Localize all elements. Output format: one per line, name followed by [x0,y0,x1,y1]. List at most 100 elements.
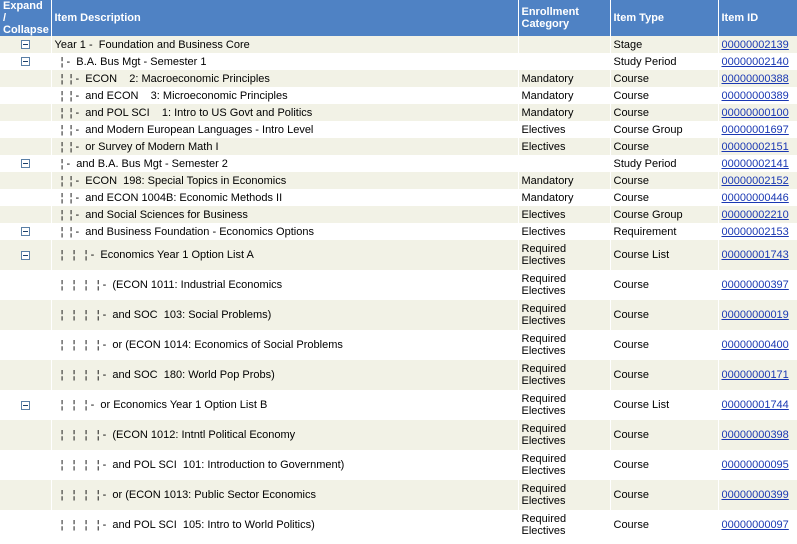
table-row: ¦ ¦ ¦ ¦ - and POL SCI 105: Intro to Worl… [0,510,797,540]
expand-cell [0,36,52,53]
item-type: Course [610,330,719,360]
col-expand-label: Expand / Collapse [3,0,49,36]
item-id-link[interactable]: 00000002210 [722,209,789,221]
col-item-id[interactable]: Item ID [718,0,797,36]
col-expand-collapse[interactable]: Expand / Collapse [0,0,52,36]
item-type: Course [610,450,719,480]
col-item-description[interactable]: Item Description [51,0,519,36]
item-id-cell: 00000000446 [718,189,797,206]
expand-cell [0,390,52,420]
item-id-link[interactable]: 00000000398 [722,429,789,441]
item-id-link[interactable]: 00000000446 [722,192,789,204]
item-id-cell: 00000001744 [718,390,797,420]
expand-cell [0,87,52,104]
expand-cell [0,330,52,360]
table-row: ¦ ¦ ¦ - Economics Year 1 Option List A Re… [0,240,797,270]
collapse-toggle-icon[interactable] [20,400,30,410]
item-id-link[interactable]: 00000000400 [722,339,789,351]
enrollment-category [518,53,611,70]
expand-cell [0,450,52,480]
expand-cell [0,240,52,270]
item-type: Course Group [610,206,719,223]
item-id-link[interactable]: 00000000171 [722,369,789,381]
item-description: ¦ ¦ - and ECON 1004B: Economic Methods I… [51,189,519,206]
item-type: Requirement [610,223,719,240]
enrollment-category: Required Electives [518,420,611,450]
col-item-type[interactable]: Item Type [610,0,719,36]
item-id-cell: 00000002140 [718,53,797,70]
item-description: ¦ ¦ ¦ - or Economics Year 1 Option List … [51,390,519,420]
expand-cell [0,270,52,300]
item-id-link[interactable]: 00000000095 [722,459,789,471]
expand-cell [0,420,52,450]
item-id-cell: 00000002153 [718,223,797,240]
table-row: ¦ ¦ ¦ - or Economics Year 1 Option List … [0,390,797,420]
enrollment-category: Electives [518,223,611,240]
item-id-link[interactable]: 00000001743 [722,249,789,261]
item-description: ¦ ¦ ¦ ¦ - (ECON 1012: Intntl Political E… [51,420,519,450]
item-description: ¦ ¦ ¦ ¦ - (ECON 1011: Industrial Economi… [51,270,519,300]
col-enrollment-category-label: Enrollment Category [521,6,579,30]
table-row: ¦ ¦ - or Survey of Modern Math I Elective… [0,138,797,155]
table-row: ¦ ¦ ¦ ¦ - or (ECON 1014: Economics of So… [0,330,797,360]
expand-cell [0,138,52,155]
item-id-link[interactable]: 00000002152 [722,175,789,187]
item-id-link[interactable]: 00000002139 [722,39,789,51]
item-description: ¦ - and B.A. Bus Mgt - Semester 2 [51,155,519,172]
item-id-link[interactable]: 00000002141 [722,158,789,170]
item-type: Course [610,360,719,390]
item-description: ¦ ¦ ¦ ¦ - or (ECON 1013: Public Sector E… [51,480,519,510]
item-id-cell: 00000001743 [718,240,797,270]
table-row: ¦ ¦ ¦ ¦ - or (ECON 1013: Public Sector E… [0,480,797,510]
item-id-cell: 00000000388 [718,70,797,87]
enrollment-category: Electives [518,138,611,155]
item-id-link[interactable]: 00000000100 [722,107,789,119]
enrollment-category [518,36,611,53]
collapse-toggle-icon[interactable] [20,40,30,50]
item-description: ¦ ¦ ¦ ¦ - and SOC 103: Social Problems) [51,300,519,330]
collapse-toggle-icon[interactable] [20,227,30,237]
item-id-cell: 00000000389 [718,87,797,104]
enrollment-category: Mandatory [518,104,611,121]
table-row: Year 1 - Foundation and Business Core Sta… [0,36,797,53]
expand-cell [0,155,52,172]
expand-cell [0,206,52,223]
expand-cell [0,223,52,240]
item-id-link[interactable]: 00000000399 [722,489,789,501]
item-id-link[interactable]: 00000001697 [722,124,789,136]
item-id-link[interactable]: 00000002140 [722,56,789,68]
collapse-toggle-icon[interactable] [20,159,30,169]
item-description: ¦ ¦ ¦ ¦ - and SOC 180: World Pop Probs) [51,360,519,390]
item-description: ¦ ¦ - and Business Foundation - Economic… [51,223,519,240]
item-id-cell: 00000002151 [718,138,797,155]
item-id-link[interactable]: 00000000019 [722,309,789,321]
item-description: ¦ ¦ - and Social Sciences for Business [51,206,519,223]
collapse-toggle-icon[interactable] [20,57,30,67]
item-id-link[interactable]: 00000000397 [722,279,789,291]
item-id-link[interactable]: 00000000097 [722,519,789,531]
table-row: ¦ ¦ - and ECON 1004B: Economic Methods I… [0,189,797,206]
program-structure-grid: Expand / Collapse Item Description Enrol… [0,0,797,540]
table-row: ¦ - B.A. Bus Mgt - Semester 1 Study Perio… [0,53,797,70]
item-id-link[interactable]: 00000000389 [722,90,789,102]
expand-cell [0,300,52,330]
item-type: Course [610,480,719,510]
item-id-link[interactable]: 00000000388 [722,73,789,85]
collapse-toggle-icon[interactable] [20,250,30,260]
item-id-link[interactable]: 00000002153 [722,226,789,238]
col-enrollment-category[interactable]: Enrollment Category [518,0,611,36]
item-id-cell: 00000000397 [718,270,797,300]
item-description: ¦ ¦ ¦ - Economics Year 1 Option List A [51,240,519,270]
item-id-cell: 00000000019 [718,300,797,330]
item-description: ¦ ¦ ¦ ¦ - or (ECON 1014: Economics of So… [51,330,519,360]
col-item-type-label: Item Type [613,12,665,24]
item-id-link[interactable]: 00000001744 [722,399,789,411]
table-row: ¦ ¦ ¦ ¦ - and SOC 180: World Pop Probs) R… [0,360,797,390]
item-id-link[interactable]: 00000002151 [722,141,789,153]
item-type: Course [610,420,719,450]
item-id-cell: 00000002139 [718,36,797,53]
enrollment-category: Required Electives [518,390,611,420]
grid-body: Year 1 - Foundation and Business Core Sta… [0,36,797,540]
table-row: ¦ ¦ - and Modern European Languages - In… [0,121,797,138]
item-description: ¦ ¦ - ECON 198: Special Topics in Econom… [51,172,519,189]
